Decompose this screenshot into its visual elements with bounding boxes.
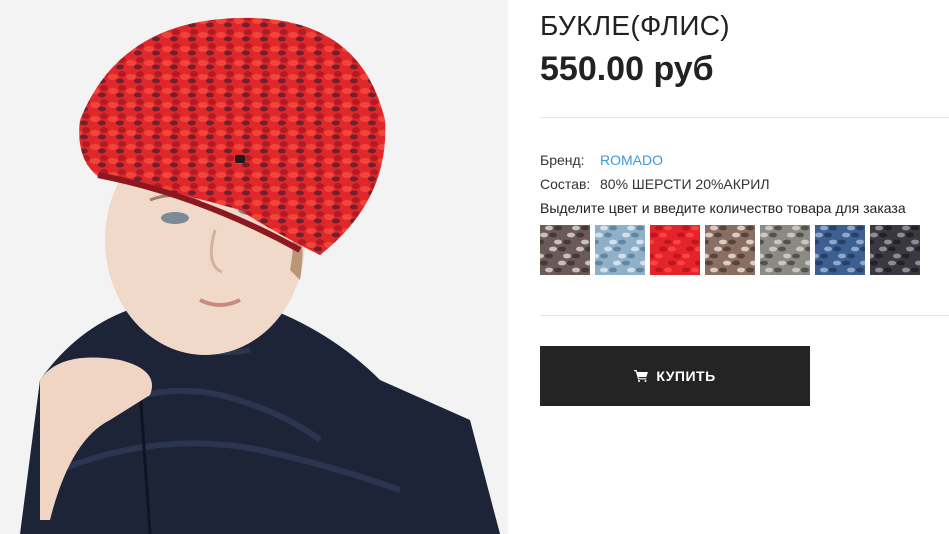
color-swatch-beige-brown[interactable] [705, 225, 755, 275]
composition-value: 80% ШЕРСТИ 20%АКРИЛ [600, 176, 770, 192]
color-swatch-dark-grey[interactable] [870, 225, 920, 275]
product-photo[interactable] [0, 0, 508, 534]
buy-button-label: КУПИТЬ [656, 368, 716, 384]
color-swatch-grey-beige[interactable] [760, 225, 810, 275]
brand-row: Бренд: ROMADO [540, 152, 663, 168]
product-title: БУКЛЕ(ФЛИС) [540, 10, 730, 41]
cart-icon [634, 370, 649, 382]
buy-button[interactable]: КУПИТЬ [540, 346, 810, 406]
product-photo-illustration [0, 0, 508, 534]
color-swatch-red[interactable] [650, 225, 700, 275]
color-swatch-brown-white[interactable] [540, 225, 590, 275]
composition-label: Состав: [540, 176, 591, 192]
composition-row: Состав: 80% ШЕРСТИ 20%АКРИЛ [540, 176, 770, 192]
color-select-hint: Выделите цвет и введите количество товар… [540, 200, 906, 216]
brand-label: Бренд: [540, 152, 585, 168]
divider [540, 315, 949, 316]
color-swatch-blue[interactable] [815, 225, 865, 275]
color-swatches [540, 225, 949, 275]
divider [540, 117, 949, 118]
color-swatch-light-blue[interactable] [595, 225, 645, 275]
product-price: 550.00 руб [540, 50, 714, 88]
brand-link[interactable]: ROMADO [600, 152, 663, 168]
product-info-panel: БУКЛЕ(ФЛИС) 550.00 руб Бренд: ROMADO Сост… [540, 0, 949, 534]
